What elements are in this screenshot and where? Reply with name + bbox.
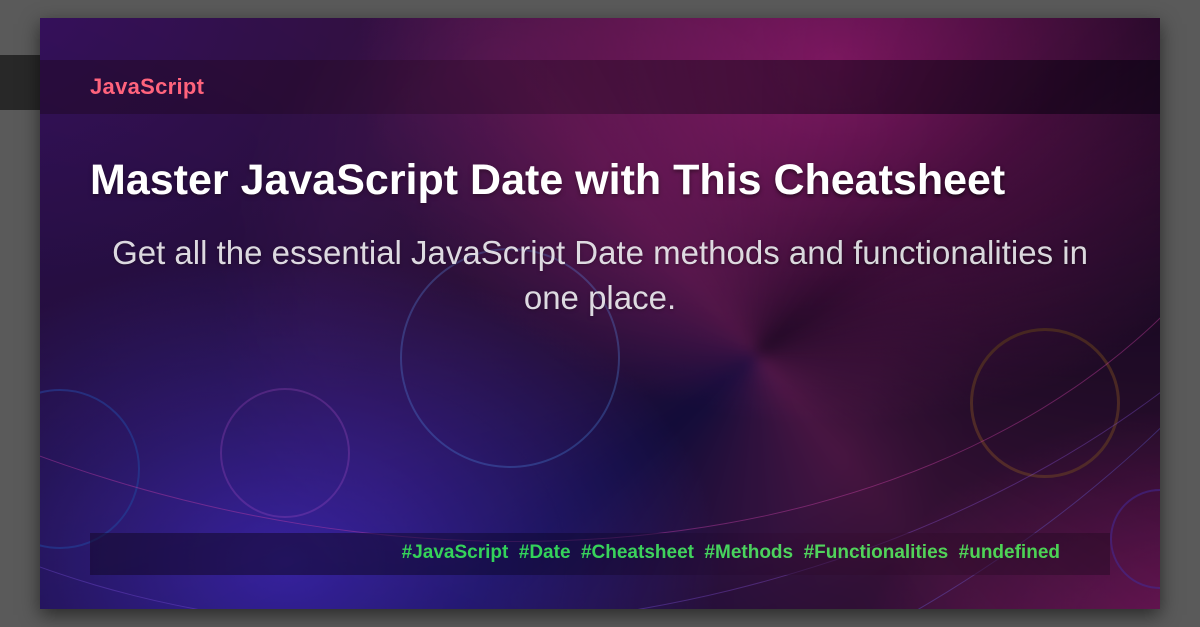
decorative-ring bbox=[970, 328, 1120, 478]
decorative-ring bbox=[1110, 489, 1160, 589]
tag: #Methods bbox=[704, 542, 793, 563]
category-bar: JavaScript bbox=[40, 60, 1160, 114]
tag: #undefined bbox=[959, 542, 1060, 563]
hero-title: Master JavaScript Date with This Cheatsh… bbox=[90, 156, 1110, 205]
decorative-wave bbox=[40, 18, 1160, 609]
category-label: JavaScript bbox=[90, 74, 204, 99]
tag: #Cheatsheet bbox=[581, 542, 694, 563]
hero-subtitle: Get all the essential JavaScript Date me… bbox=[90, 231, 1110, 320]
outer-dark-strip bbox=[0, 55, 40, 110]
decorative-ring bbox=[400, 248, 620, 468]
decorative-wave bbox=[40, 18, 1160, 609]
tag-bar: #JavaScript #Date #Cheatsheet #Methods #… bbox=[90, 533, 1110, 575]
hero-content: Master JavaScript Date with This Cheatsh… bbox=[90, 156, 1110, 321]
tag: #Functionalities bbox=[804, 542, 949, 563]
tag: #Date bbox=[519, 542, 571, 563]
tag: #JavaScript bbox=[402, 542, 509, 563]
decorative-ring bbox=[40, 389, 140, 549]
decorative-wave bbox=[40, 18, 1160, 609]
hero-card: JavaScript Master JavaScript Date with T… bbox=[40, 18, 1160, 609]
decorative-wave bbox=[40, 18, 1160, 609]
decorative-ring bbox=[220, 388, 350, 518]
